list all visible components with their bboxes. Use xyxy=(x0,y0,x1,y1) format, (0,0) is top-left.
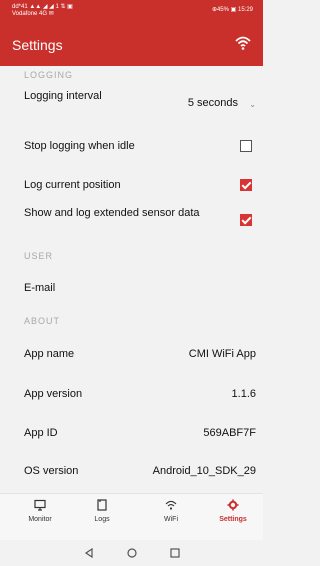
email-label: E-mail xyxy=(24,282,56,294)
nav-settings[interactable]: Settings xyxy=(207,499,259,523)
os-version-row: OS version Android_10_SDK_29 xyxy=(24,465,256,479)
os-version-label: OS version xyxy=(24,465,79,477)
status-left-line1: dd*41 ▲▲ ◢ ◢ 1 ⇅ ▣ xyxy=(12,4,73,10)
wifi-icon[interactable] xyxy=(235,35,251,51)
nav-settings-label: Settings xyxy=(219,516,247,523)
monitor-icon xyxy=(34,499,46,511)
app-id-value: 569ABF7F xyxy=(203,427,256,439)
log-position-row[interactable]: Log current position xyxy=(24,179,256,193)
app-version-label: App version xyxy=(24,388,83,400)
app-version-row: App version 1.1.6 xyxy=(24,388,256,402)
logging-interval-row[interactable]: Logging interval 5 seconds ⌄ xyxy=(24,90,256,118)
nav-wifi-label: WiFi xyxy=(164,516,178,523)
status-left-text: dd*41 ▲▲ ◢ ◢ 1 ⇅ ▣ Vodafone 4G ✉ xyxy=(12,4,122,18)
extended-sensor-label: Show and log extended sensor data xyxy=(24,207,200,219)
system-nav-bar xyxy=(0,540,263,566)
logging-interval-label: Logging interval xyxy=(24,90,102,102)
settings-content: LOGGING Logging interval 5 seconds ⌄ Sto… xyxy=(0,66,263,493)
recents-icon[interactable] xyxy=(170,548,180,558)
section-header-about: ABOUT xyxy=(24,316,61,326)
extended-sensor-checkbox[interactable] xyxy=(240,214,252,226)
nav-logs-label: Logs xyxy=(94,516,110,523)
extended-sensor-row[interactable]: Show and log extended sensor data xyxy=(24,207,256,235)
section-header-logging: LOGGING xyxy=(24,70,74,80)
nav-monitor-label: Monitor xyxy=(28,516,52,523)
nav-monitor[interactable]: Monitor xyxy=(14,499,66,523)
os-version-value: Android_10_SDK_29 xyxy=(152,465,256,477)
page-title: Settings xyxy=(12,37,63,53)
back-icon[interactable] xyxy=(84,548,94,558)
status-bar: dd*41 ▲▲ ◢ ◢ 1 ⇅ ▣ Vodafone 4G ✉ ⊕45% ▣ … xyxy=(0,0,263,22)
email-row[interactable]: E-mail xyxy=(24,282,256,296)
bottom-nav: Monitor Logs WiFi Settings xyxy=(0,493,263,540)
stop-logging-idle-row[interactable]: Stop logging when idle xyxy=(24,140,256,154)
nav-wifi[interactable]: WiFi xyxy=(145,499,197,523)
home-icon[interactable] xyxy=(127,548,137,558)
app-name-value: CMI WiFi App xyxy=(188,348,256,360)
logs-icon xyxy=(97,499,107,511)
stop-logging-idle-checkbox[interactable] xyxy=(240,140,252,152)
app-name-row: App name CMI WiFi App xyxy=(24,348,256,362)
app-id-label: App ID xyxy=(24,427,58,439)
logging-interval-value[interactable]: 5 seconds xyxy=(188,97,238,109)
app-version-value: 1.1.6 xyxy=(231,388,256,400)
section-header-user: USER xyxy=(24,251,54,261)
app-name-label: App name xyxy=(24,348,75,360)
gear-icon xyxy=(227,499,239,511)
app-bar: Settings xyxy=(0,22,263,66)
stop-logging-idle-label: Stop logging when idle xyxy=(24,140,135,152)
status-left-line2: Vodafone 4G ✉ xyxy=(12,11,54,17)
chevron-down-icon[interactable]: ⌄ xyxy=(249,99,256,111)
status-right-text: ⊕45% ▣ 15:29 xyxy=(211,7,253,13)
log-position-checkbox[interactable] xyxy=(240,179,252,191)
wifi-icon xyxy=(165,500,177,510)
nav-logs[interactable]: Logs xyxy=(76,499,128,523)
log-position-label: Log current position xyxy=(24,179,121,191)
app-id-row: App ID 569ABF7F xyxy=(24,427,256,441)
